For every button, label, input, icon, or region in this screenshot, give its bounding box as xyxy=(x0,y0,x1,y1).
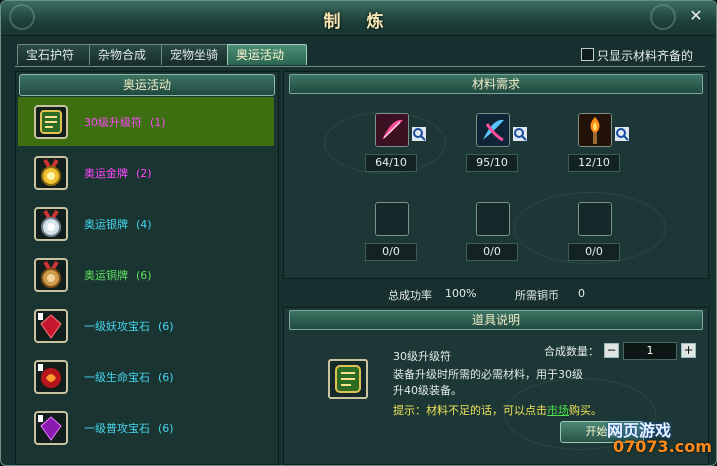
life-gem-icon xyxy=(34,360,68,394)
recipe-item-name: 一级生命宝石 xyxy=(84,371,150,384)
recipe-item-name: 30级升级符 xyxy=(84,116,142,129)
materials-ready-checkbox[interactable] xyxy=(581,48,594,61)
coin-cost-label: 所需铜币 xyxy=(515,289,559,302)
recipe-item-label: 一级生命宝石 (6) xyxy=(84,369,174,385)
recipe-list-item[interactable]: 奥运金牌 (2) xyxy=(18,148,274,197)
recipe-list-item[interactable]: 一级生命宝石 (6) xyxy=(18,352,274,401)
recipe-item-name: 一级妖攻宝石 xyxy=(84,320,150,333)
recipe-item-count: (6) xyxy=(136,269,152,282)
item-description-1: 装备升级时所需的必需材料，用于30级 xyxy=(393,368,583,381)
window-title: 制 炼 xyxy=(323,12,394,32)
watermark-line2: 07073.com xyxy=(613,437,712,456)
crafting-window: 制 炼 ✕ 宝石护符 杂物合成 宠物坐骑 奥运活动 只显示材料齐备的 奥运活动 … xyxy=(0,0,717,466)
tab-divider xyxy=(15,66,705,67)
recipe-item-count: (4) xyxy=(136,218,152,231)
recipe-item-label: 一级妖攻宝石 (6) xyxy=(84,318,174,334)
upgrade-scroll-icon xyxy=(328,359,368,399)
recipe-item-count: (6) xyxy=(158,371,174,384)
recipe-list-item[interactable]: 一级普攻宝石 (6) xyxy=(18,403,274,452)
recipe-list-item[interactable]: 奥运铜牌 (6) xyxy=(18,250,274,299)
gold-medal-icon xyxy=(34,156,68,190)
quantity-plus-button[interactable]: + xyxy=(681,343,696,358)
tab-misc-synthesis[interactable]: 杂物合成 xyxy=(89,44,163,65)
red-gem-icon xyxy=(34,309,68,343)
recipe-list-header: 奥运活动 xyxy=(19,74,275,96)
magnifier-icon[interactable] xyxy=(513,127,527,141)
tab-gem-charm[interactable]: 宝石护符 xyxy=(17,44,91,65)
magnifier-icon[interactable] xyxy=(412,127,426,141)
materials-header: 材料需求 xyxy=(289,74,703,94)
market-link[interactable]: 市场 xyxy=(547,404,569,417)
recipe-item-count: (1) xyxy=(150,116,166,129)
market-hint-prefix: 提示：材料不足的话，可以点击 xyxy=(393,404,547,417)
recipe-list-item[interactable]: 奥运银牌 (4) xyxy=(18,199,274,248)
close-icon[interactable]: ✕ xyxy=(686,6,706,26)
tab-pet-mount[interactable]: 宠物坐骑 xyxy=(161,44,235,65)
purple-gem-icon xyxy=(34,411,68,445)
coin-cost-value: 0 xyxy=(578,287,585,300)
quantity-label: 合成数量： xyxy=(544,345,599,358)
recipe-item-count: (2) xyxy=(136,167,152,180)
success-rate-label: 总成功率 xyxy=(388,289,432,302)
blue-feather-icon[interactable] xyxy=(476,113,510,147)
recipe-item-label: 30级升级符 (1) xyxy=(84,114,166,130)
recipe-item-name: 奥运银牌 xyxy=(84,218,128,231)
watermark-logo: 网页游戏 07073.com xyxy=(591,415,715,463)
upgrade-scroll-icon xyxy=(34,105,68,139)
recipe-item-label: 奥运铜牌 (6) xyxy=(84,267,152,283)
material-slot-empty[interactable] xyxy=(578,202,612,236)
magnifier-icon[interactable] xyxy=(615,127,629,141)
tab-olympic-event[interactable]: 奥运活动 xyxy=(227,44,307,65)
recipe-list: 奥运活动 30级升级符 (1) 奥运金牌 (2) 奥运银牌 (4) 奥运铜牌 (6) 一级妖攻宝… xyxy=(15,71,279,465)
materials-panel: 材料需求 64/10 95/10 12/10 0/0 0/0 0/0 xyxy=(283,71,709,279)
material-count: 0/0 xyxy=(365,243,417,261)
recipe-item-count: (6) xyxy=(158,422,174,435)
recipe-list-item[interactable]: 30级升级符 (1) xyxy=(18,97,274,146)
item-description-2: 升40级装备。 xyxy=(393,384,462,397)
material-slot-empty[interactable] xyxy=(375,202,409,236)
success-rate-value: 100% xyxy=(445,287,477,300)
recipe-item-label: 奥运金牌 (2) xyxy=(84,165,152,181)
title-bar: 制 炼 ✕ xyxy=(1,1,716,36)
silver-medal-icon xyxy=(34,207,68,241)
market-hint: 提示：材料不足的话，可以点击市场购买。 xyxy=(393,402,602,418)
material-slot-empty[interactable] xyxy=(476,202,510,236)
recipe-item-name: 一级普攻宝石 xyxy=(84,422,150,435)
bronze-medal-icon xyxy=(34,258,68,292)
quantity-input[interactable]: 1 xyxy=(623,342,677,360)
material-count: 12/10 xyxy=(568,154,620,172)
quantity-minus-button[interactable]: − xyxy=(604,343,619,358)
recipe-item-count: (6) xyxy=(158,320,174,333)
recipe-list-item[interactable]: 一级妖攻宝石 (6) xyxy=(18,301,274,350)
recipe-item-name: 奥运金牌 xyxy=(84,167,128,180)
material-count: 95/10 xyxy=(466,154,518,172)
item-name: 30级升级符 xyxy=(393,350,451,363)
material-count: 0/0 xyxy=(466,243,518,261)
material-count: 0/0 xyxy=(568,243,620,261)
pink-feather-icon[interactable] xyxy=(375,113,409,147)
torch-icon[interactable] xyxy=(578,113,612,147)
item-info-header: 道具说明 xyxy=(289,310,703,330)
recipe-item-name: 奥运铜牌 xyxy=(84,269,128,282)
materials-ready-label: 只显示材料齐备的 xyxy=(597,49,694,63)
recipe-item-label: 一级普攻宝石 (6) xyxy=(84,420,174,436)
recipe-item-label: 奥运银牌 (4) xyxy=(84,216,152,232)
material-count: 64/10 xyxy=(365,154,417,172)
